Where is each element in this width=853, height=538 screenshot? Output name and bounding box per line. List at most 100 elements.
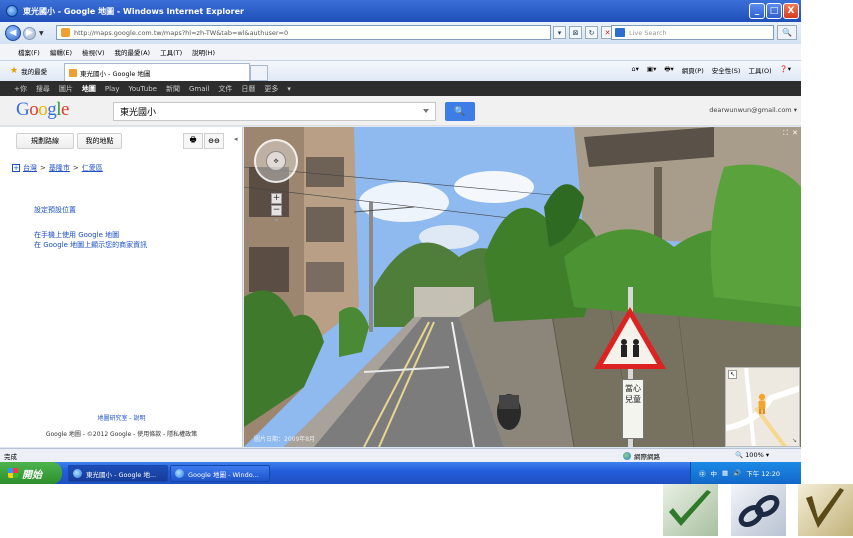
gbar-docs[interactable]: 文件 xyxy=(218,84,232,94)
favorites-star-icon[interactable]: ★ xyxy=(10,66,18,76)
google-header: Google 東光國小 🔍 dearwunwun@gmail.com ▾ xyxy=(0,96,801,126)
taskbar-item-maps-2[interactable]: Google 地圖 - Windo... xyxy=(170,465,270,482)
live-search-placeholder: Live Search xyxy=(629,28,667,37)
gbar-news[interactable]: 新聞 xyxy=(166,84,180,94)
menu-view[interactable]: 檢視(V) xyxy=(82,47,105,57)
tab-title: 東光國小 - Google 地圖 xyxy=(80,69,151,78)
directions-button[interactable]: 規劃路線 xyxy=(16,133,74,149)
gbar-plus[interactable]: +你 xyxy=(14,84,27,94)
check-logo-tile xyxy=(663,484,718,536)
mobile-maps-link[interactable]: 在手機上使用 Google 地圖 xyxy=(34,230,119,240)
forward-button[interactable]: ▶ xyxy=(23,26,36,40)
refresh-icon[interactable]: ↻ xyxy=(585,26,598,39)
tab-favicon-icon xyxy=(69,68,77,77)
home-icon[interactable]: ⌂▾ xyxy=(632,65,639,76)
close-street-view-icon[interactable]: ✕ xyxy=(792,129,798,138)
taskbar-item-label: Google 地圖 - Windo... xyxy=(188,470,259,479)
command-tools[interactable]: 工具(O) xyxy=(748,65,771,76)
link-button[interactable]: ⊖⊖ xyxy=(204,133,224,149)
maximize-button[interactable]: □ xyxy=(766,3,782,19)
new-tab-button[interactable] xyxy=(250,65,268,81)
breadcrumb-taiwan[interactable]: 台灣 xyxy=(23,163,37,173)
business-listing-link[interactable]: 在 Google 地圖上顯示您的商家資訊 xyxy=(34,240,147,250)
menu-file[interactable]: 檔案(F) xyxy=(18,47,40,57)
footer-copyright[interactable]: Google 地圖 - ©2012 Google - 使用條款 - 隱私權政策 xyxy=(0,429,243,438)
street-view-copyright: 圖片日期：2009年8月 xyxy=(254,436,316,443)
gbar-gmail[interactable]: Gmail xyxy=(189,85,209,93)
menu-favorites[interactable]: 我的最愛(A) xyxy=(115,47,151,57)
zoom-out-button[interactable]: − xyxy=(271,205,282,216)
input-language[interactable]: 中 xyxy=(711,468,718,478)
maps-search-input[interactable]: 東光國小 xyxy=(113,102,436,121)
url-input[interactable]: http://maps.google.com.tw/maps?hl=zh-TW&… xyxy=(56,25,551,40)
gbar-search[interactable]: 搜尋 xyxy=(36,84,50,94)
gbar-images[interactable]: 圖片 xyxy=(59,84,73,94)
footer-links[interactable]: 地圖研究室 - 說明 xyxy=(0,413,243,422)
gbar-maps[interactable]: 地圖 xyxy=(82,84,96,94)
taskbar-item-maps-1[interactable]: 東光國小 - Google 地... xyxy=(68,465,168,482)
ie-task-icon xyxy=(73,469,82,478)
ime-icon[interactable]: ㊥ xyxy=(699,468,706,478)
fullscreen-icon[interactable]: ⛶ xyxy=(783,129,788,138)
live-search-input[interactable]: Live Search xyxy=(611,25,774,40)
zoom-level[interactable]: 🔍 100% ▾ xyxy=(735,451,769,459)
menu-edit[interactable]: 編輯(E) xyxy=(50,47,72,57)
account-email[interactable]: dearwunwun@gmail.com ▾ xyxy=(709,106,797,114)
live-search-logo-icon xyxy=(615,28,625,37)
print-button[interactable]: 🖶 xyxy=(183,133,203,149)
minimap-expand-icon[interactable]: ↖ xyxy=(728,370,737,379)
compat-view-icon[interactable]: ⊠ xyxy=(569,26,582,39)
windows-flag-icon xyxy=(8,468,18,478)
street-view-panorama[interactable]: ✥ + − ⛶ ✕ 當心兒童 圖片日期：2009年8月 ↖ ↘ xyxy=(244,127,801,447)
search-dropdown-icon[interactable] xyxy=(423,109,429,113)
internet-zone-icon xyxy=(623,452,631,460)
url-dropdown-icon[interactable]: ▾ xyxy=(553,26,566,39)
gbar-calendar[interactable]: 日曆 xyxy=(241,84,255,94)
menu-tools[interactable]: 工具(T) xyxy=(160,47,182,57)
my-places-button[interactable]: 我的地點 xyxy=(77,133,122,149)
print-icon[interactable]: 🖶▾ xyxy=(664,65,673,76)
set-default-location-link[interactable]: 設定預設位置 xyxy=(34,205,76,215)
collapse-panel-icon[interactable]: ◂ xyxy=(234,135,238,143)
minimap-resize-icon[interactable]: ↘ xyxy=(792,437,797,444)
feeds-icon[interactable]: ▣▾ xyxy=(647,65,656,76)
volume-icon[interactable]: 🔊 xyxy=(733,469,741,477)
close-button[interactable]: X xyxy=(783,3,799,19)
mini-map[interactable]: ↖ ↘ xyxy=(725,367,800,447)
pan-arrows-icon[interactable]: ✥ xyxy=(266,151,286,171)
security-zone[interactable]: 網際網路 xyxy=(623,451,660,461)
back-button[interactable]: ◀ xyxy=(5,25,21,41)
zoom-in-button[interactable]: + xyxy=(271,193,282,204)
pan-control[interactable]: ✥ xyxy=(254,139,298,183)
menu-bar: 檔案(F) 編輯(E) 檢視(V) 我的最愛(A) 工具(T) 說明(H) xyxy=(0,44,801,61)
gbar-youtube[interactable]: YouTube xyxy=(128,85,156,93)
search-go-icon[interactable]: 🔍 xyxy=(777,25,797,40)
command-page[interactable]: 網頁(P) xyxy=(682,65,704,76)
clock[interactable]: 下午 12:20 xyxy=(746,468,780,478)
menu-help[interactable]: 說明(H) xyxy=(192,47,215,57)
history-dropdown-icon[interactable]: ▼ xyxy=(39,30,44,37)
expand-plus-icon[interactable]: + xyxy=(12,164,20,172)
command-safety[interactable]: 安全性(S) xyxy=(712,65,741,76)
status-bar: 完成 網際網路 🔍 100% ▾ xyxy=(0,448,801,462)
gbar-play[interactable]: Play xyxy=(105,85,120,93)
gbar-more[interactable]: 更多 xyxy=(264,84,278,94)
minimize-button[interactable]: _ xyxy=(749,3,765,19)
start-label: 開始 xyxy=(22,469,42,481)
street-view-image xyxy=(244,127,801,447)
network-icon[interactable]: ▦ xyxy=(722,469,728,477)
favorites-bar: ★ 我的最愛 東光國小 - Google 地圖 ⌂▾ ▣▾ 🖶▾ 網頁(P) 安… xyxy=(0,61,801,81)
pegman-icon[interactable] xyxy=(756,393,768,415)
google-logo[interactable]: Google xyxy=(16,99,69,121)
help-icon[interactable]: ❓▾ xyxy=(780,65,791,76)
breadcrumb: + 台灣 > 基隆市 > 仁愛區 xyxy=(12,163,103,173)
window-titlebar[interactable]: 東光國小 - Google 地圖 - Windows Internet Expl… xyxy=(0,0,801,22)
maps-search-button[interactable]: 🔍 xyxy=(445,102,475,121)
zoom-slider-track[interactable] xyxy=(275,219,278,221)
start-button[interactable]: 開始 xyxy=(0,462,62,484)
caution-children-sign: 當心兒童 xyxy=(622,379,644,439)
breadcrumb-keelung[interactable]: 基隆市 xyxy=(49,163,70,173)
browser-tab[interactable]: 東光國小 - Google 地圖 xyxy=(64,63,250,81)
favorites-label[interactable]: 我的最愛 xyxy=(21,66,47,76)
breadcrumb-renai[interactable]: 仁愛區 xyxy=(82,163,103,173)
